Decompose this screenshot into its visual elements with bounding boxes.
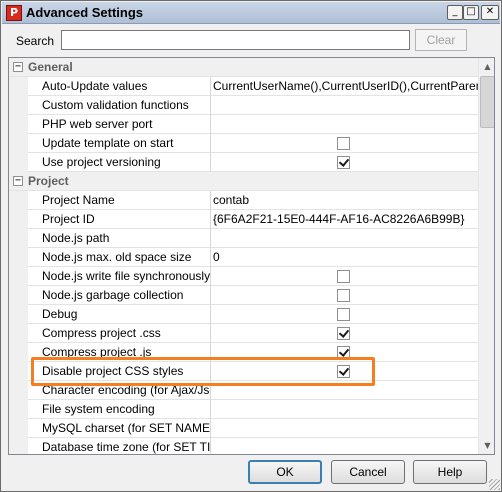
property-checkbox[interactable] [337, 308, 350, 321]
property-name: MySQL charset (for SET NAMES) [28, 419, 211, 438]
property-row-custom-validation[interactable]: Custom validation functions [9, 96, 478, 115]
category-project[interactable]: − Project [9, 172, 478, 191]
property-value[interactable]: contab [211, 191, 478, 210]
property-row-update-template[interactable]: Update template on start [9, 134, 478, 153]
property-name: Use project versioning [28, 153, 211, 172]
resize-grip-icon[interactable] [489, 479, 500, 490]
property-name: Node.js max. old space size [28, 248, 211, 267]
property-value[interactable] [211, 400, 478, 419]
property-checkbox[interactable] [337, 365, 350, 378]
property-checkbox[interactable] [337, 346, 350, 359]
property-row-nodejs-space[interactable]: Node.js max. old space size 0 [9, 248, 478, 267]
property-name: PHP web server port [28, 115, 211, 134]
title-bar[interactable]: P Advanced Settings _ □ ✕ [2, 2, 500, 24]
property-checkbox[interactable] [337, 270, 350, 283]
property-row-char-encoding[interactable]: Character encoding (for Ajax/Json [9, 381, 478, 400]
property-row-fs-encoding[interactable]: File system encoding [9, 400, 478, 419]
collapse-icon[interactable]: − [13, 62, 23, 72]
property-name: Project ID [28, 210, 211, 229]
property-name: Database time zone (for SET TIME [28, 438, 211, 454]
property-value[interactable] [211, 438, 478, 454]
advanced-settings-window: P Advanced Settings _ □ ✕ Search Clear −… [0, 0, 502, 492]
property-checkbox[interactable] [337, 137, 350, 150]
minimize-button[interactable]: _ [447, 5, 463, 20]
clear-button[interactable]: Clear [415, 29, 467, 51]
maximize-button[interactable]: □ [463, 5, 479, 20]
category-title: Project [28, 174, 69, 188]
vertical-scrollbar[interactable]: ▲ ▼ [478, 58, 494, 454]
property-rows: − General Auto-Update values CurrentUser… [9, 58, 478, 454]
close-button[interactable]: ✕ [481, 5, 499, 20]
property-row-mysql-charset[interactable]: MySQL charset (for SET NAMES) [9, 419, 478, 438]
property-name: Disable project CSS styles [28, 362, 211, 381]
property-name: Debug [28, 305, 211, 324]
property-name: Compress project .css [28, 324, 211, 343]
property-row-compress-js[interactable]: Compress project .js [9, 343, 478, 362]
window-title: Advanced Settings [26, 5, 144, 20]
property-row-nodejs-path[interactable]: Node.js path [9, 229, 478, 248]
app-logo-icon: P [6, 5, 22, 21]
property-name: File system encoding [28, 400, 211, 419]
scroll-down-icon[interactable]: ▼ [479, 437, 494, 454]
cancel-button[interactable]: Cancel [331, 460, 405, 484]
property-row-project-id[interactable]: Project ID {6F6A2F21-15E0-444F-AF16-AC82… [9, 210, 478, 229]
settings-property-grid: − General Auto-Update values CurrentUser… [8, 57, 495, 455]
property-name: Compress project .js [28, 343, 211, 362]
property-row-debug[interactable]: Debug [9, 305, 478, 324]
property-name: Node.js garbage collection [28, 286, 211, 305]
property-name: Custom validation functions [28, 96, 211, 115]
property-row-nodejs-write[interactable]: Node.js write file synchronously [9, 267, 478, 286]
property-row-versioning[interactable]: Use project versioning [9, 153, 478, 172]
property-name: Project Name [28, 191, 211, 210]
property-row-disable-css[interactable]: Disable project CSS styles [9, 362, 478, 381]
ok-button[interactable]: OK [248, 460, 322, 484]
property-value[interactable] [211, 96, 478, 115]
property-value[interactable] [211, 381, 478, 400]
property-row-auto-update[interactable]: Auto-Update values CurrentUserName(),Cur… [9, 77, 478, 96]
property-checkbox[interactable] [337, 156, 350, 169]
property-value[interactable] [211, 229, 478, 248]
property-value[interactable] [211, 419, 478, 438]
property-row-php-port[interactable]: PHP web server port [9, 115, 478, 134]
collapse-icon[interactable]: − [13, 176, 23, 186]
property-value[interactable]: {6F6A2F21-15E0-444F-AF16-AC8226A6B99B} [211, 210, 478, 229]
property-value[interactable] [211, 115, 478, 134]
property-name: Update template on start [28, 134, 211, 153]
scroll-up-icon[interactable]: ▲ [479, 58, 494, 75]
property-row-compress-css[interactable]: Compress project .css [9, 324, 478, 343]
property-checkbox[interactable] [337, 327, 350, 340]
property-row-nodejs-gc[interactable]: Node.js garbage collection [9, 286, 478, 305]
search-input[interactable] [61, 30, 410, 50]
property-value[interactable]: CurrentUserName(),CurrentUserID(),Curren… [211, 77, 478, 96]
property-name: Node.js path [28, 229, 211, 248]
property-name: Auto-Update values [28, 77, 211, 96]
help-button[interactable]: Help [413, 460, 487, 484]
property-name: Character encoding (for Ajax/Json [28, 381, 211, 400]
property-name: Node.js write file synchronously [28, 267, 211, 286]
property-checkbox[interactable] [337, 289, 350, 302]
property-row-db-timezone[interactable]: Database time zone (for SET TIME [9, 438, 478, 454]
category-title: General [28, 60, 73, 74]
property-row-project-name[interactable]: Project Name contab [9, 191, 478, 210]
category-general[interactable]: − General [9, 58, 478, 77]
property-value[interactable]: 0 [211, 248, 478, 267]
scrollbar-thumb[interactable] [480, 76, 494, 128]
search-label: Search [16, 34, 55, 48]
